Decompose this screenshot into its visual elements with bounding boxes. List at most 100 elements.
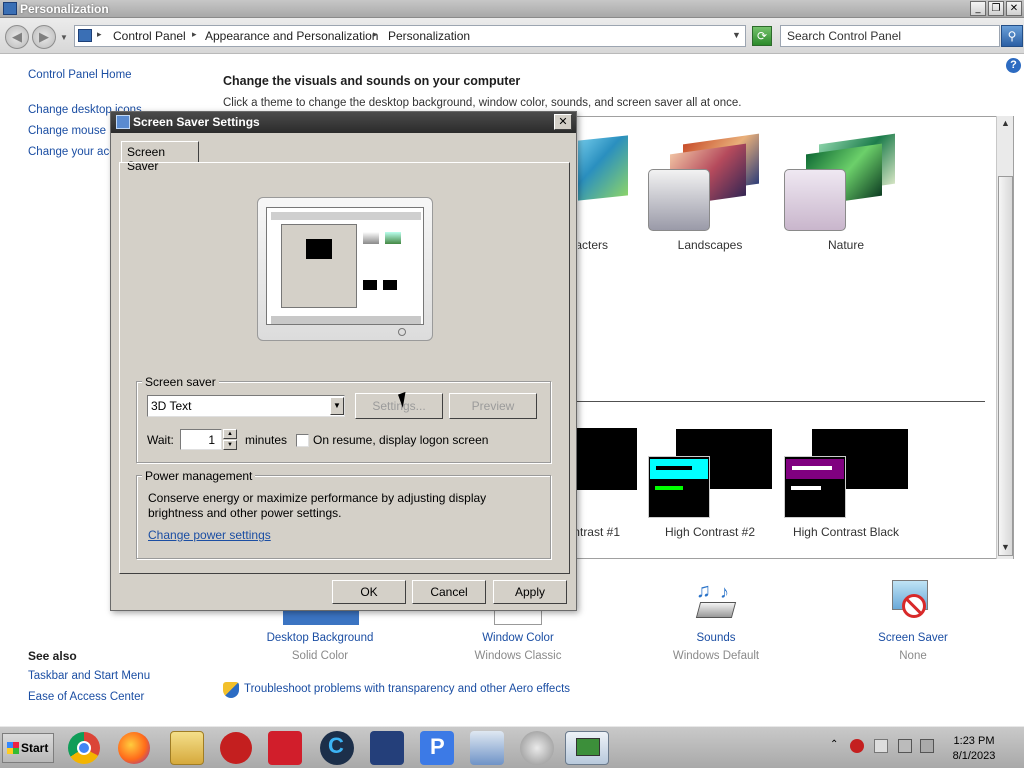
control-panel-taskbar-icon[interactable] <box>470 731 504 765</box>
breadcrumb[interactable]: ▸ Control Panel ▸ Appearance and Persona… <box>74 25 746 47</box>
troubleshoot-link[interactable]: Troubleshoot problems with transparency … <box>244 683 570 695</box>
search-icon[interactable]: ⚲ <box>1001 25 1023 47</box>
resume-logon-checkbox[interactable] <box>296 434 309 447</box>
desktop-background-icon[interactable] <box>283 610 359 625</box>
preview-mini-taskbar <box>271 316 421 324</box>
theme-landscapes[interactable] <box>648 133 768 235</box>
hc2-title-bar <box>650 459 708 479</box>
taskbar-start-menu-link[interactable]: Taskbar and Start Menu <box>28 670 150 682</box>
control-panel-icon <box>78 29 92 42</box>
chrome-center <box>77 741 91 755</box>
preview-button[interactable]: Preview <box>449 393 537 419</box>
theme-characters-label[interactable]: Characters <box>578 238 608 252</box>
clock-date: 8/1/2023 <box>952 750 996 762</box>
back-button[interactable]: ◀ <box>5 25 29 49</box>
wait-minutes-input[interactable]: 1 <box>180 429 222 450</box>
theme-landscapes-label[interactable]: Landscapes <box>650 238 770 252</box>
firefox-icon[interactable] <box>118 732 150 764</box>
breadcrumb-control-panel[interactable]: Control Panel <box>113 29 186 43</box>
theme-high-contrast-black-label[interactable]: High Contrast Black <box>782 525 910 539</box>
minimize-button[interactable]: _ <box>970 1 986 16</box>
media-player-icon[interactable] <box>520 731 554 765</box>
taskbar: Start C P ⌃ 1:23 PM 8/1/2023 <box>0 726 1024 768</box>
volume-icon[interactable] <box>920 739 934 753</box>
p-letter-icon: P <box>430 734 445 759</box>
preview-mini-dialog <box>281 224 357 308</box>
window-color-link[interactable]: Window Color <box>448 632 588 644</box>
start-button[interactable]: Start <box>2 733 54 763</box>
chevron-right-icon[interactable]: ▸ <box>192 29 197 40</box>
see-also-title: See also <box>28 649 77 663</box>
forward-button[interactable]: ▶ <box>32 25 56 49</box>
breadcrumb-appearance[interactable]: Appearance and Personalization <box>205 29 378 43</box>
ok-button[interactable]: OK <box>332 580 406 604</box>
ccleaner-icon[interactable]: C <box>320 731 354 765</box>
image-viewer-icon[interactable] <box>370 731 404 765</box>
show-hidden-icons[interactable]: ⌃ <box>830 739 838 750</box>
spin-down-icon[interactable]: ▼ <box>223 440 237 450</box>
tray-app-icon[interactable] <box>850 739 864 753</box>
screen-saver-select[interactable]: 3D Text <box>147 395 345 417</box>
network-icon[interactable] <box>898 739 912 753</box>
desktop-background-value: Solid Color <box>291 650 349 662</box>
scroll-up-icon[interactable]: ▲ <box>998 118 1013 133</box>
tab-panel: Screen saver 3D Text ▼ Settings... Previ… <box>119 162 570 574</box>
preview-mini-theme-1 <box>363 232 379 244</box>
apply-button[interactable]: Apply <box>493 580 567 604</box>
theme-characters[interactable] <box>578 135 628 213</box>
sounds-link[interactable]: Sounds <box>646 632 786 644</box>
window-color-icon[interactable] <box>494 610 542 625</box>
minutes-label: minutes <box>245 433 288 447</box>
theme-nature-label[interactable]: Nature <box>786 238 906 252</box>
hcb-text-line <box>791 486 821 490</box>
resume-logon-label[interactable]: On resume, display logon screen <box>313 433 488 447</box>
cancel-button[interactable]: Cancel <box>412 580 486 604</box>
preview-screen <box>266 207 424 325</box>
breadcrumb-personalization[interactable]: Personalization <box>388 29 470 43</box>
no-symbol-icon <box>902 594 926 618</box>
screen-saver-link[interactable]: Screen Saver <box>843 632 983 644</box>
preview-mini-titlebar <box>271 212 421 220</box>
change-power-settings-link[interactable]: Change power settings <box>148 528 271 542</box>
recent-pages-dropdown[interactable]: ▼ <box>60 33 68 42</box>
theme-high-contrast-1[interactable] <box>577 428 637 490</box>
theme-high-contrast-black[interactable] <box>784 428 910 520</box>
screen-recorder-icon[interactable] <box>268 731 302 765</box>
spin-up-icon[interactable]: ▲ <box>223 429 237 439</box>
app-gear-red-icon[interactable] <box>220 732 252 764</box>
high-contrast-black-front <box>784 456 846 518</box>
chrome-icon[interactable] <box>68 732 100 764</box>
chevron-right-icon[interactable]: ▸ <box>97 29 102 40</box>
refresh-button[interactable]: ⟳ <box>752 26 772 46</box>
window-title-bar[interactable]: Personalization _ ❐ ✕ <box>0 0 1024 18</box>
system-clock[interactable]: 1:23 PM 8/1/2023 <box>944 735 1004 762</box>
hcb-title-bar <box>786 459 844 479</box>
desktop-background-link[interactable]: Desktop Background <box>250 632 390 644</box>
ease-of-access-link[interactable]: Ease of Access Center <box>28 691 144 703</box>
sounds-icon[interactable]: ♫ ♪ <box>692 580 740 626</box>
wait-label: Wait: <box>147 433 174 447</box>
tab-screen-saver[interactable]: Screen Saver <box>121 141 199 173</box>
theme-nature[interactable] <box>784 133 904 235</box>
p-app-icon[interactable]: P <box>420 731 454 765</box>
chevron-down-icon[interactable]: ▼ <box>330 397 344 415</box>
close-button[interactable]: ✕ <box>1006 1 1022 16</box>
theme-high-contrast-2[interactable] <box>648 428 774 520</box>
personalization-app-icon <box>3 2 17 15</box>
theme-gallery-scrollbar[interactable]: ▲ ▼ <box>996 116 1013 559</box>
theme-high-contrast-2-label[interactable]: High Contrast #2 <box>650 525 770 539</box>
search-input[interactable]: Search Control Panel <box>780 25 1000 47</box>
scrollbar-thumb[interactable] <box>998 176 1013 556</box>
personalization-taskbar-button[interactable] <box>565 731 609 765</box>
dialog-title-bar[interactable]: Screen Saver Settings ✕ <box>111 112 576 133</box>
dialog-close-button[interactable]: ✕ <box>554 114 572 130</box>
maximize-button[interactable]: ❐ <box>988 1 1004 16</box>
screen-saver-icon[interactable] <box>890 580 936 626</box>
scroll-down-icon[interactable]: ▼ <box>998 542 1013 557</box>
chevron-right-icon[interactable]: ▸ <box>373 29 378 40</box>
help-icon[interactable]: ? <box>1006 58 1021 73</box>
file-explorer-icon[interactable] <box>170 731 204 765</box>
action-center-icon[interactable] <box>874 739 888 753</box>
chevron-down-icon[interactable]: ▼ <box>732 30 741 40</box>
control-panel-home-link[interactable]: Control Panel Home <box>28 69 132 81</box>
